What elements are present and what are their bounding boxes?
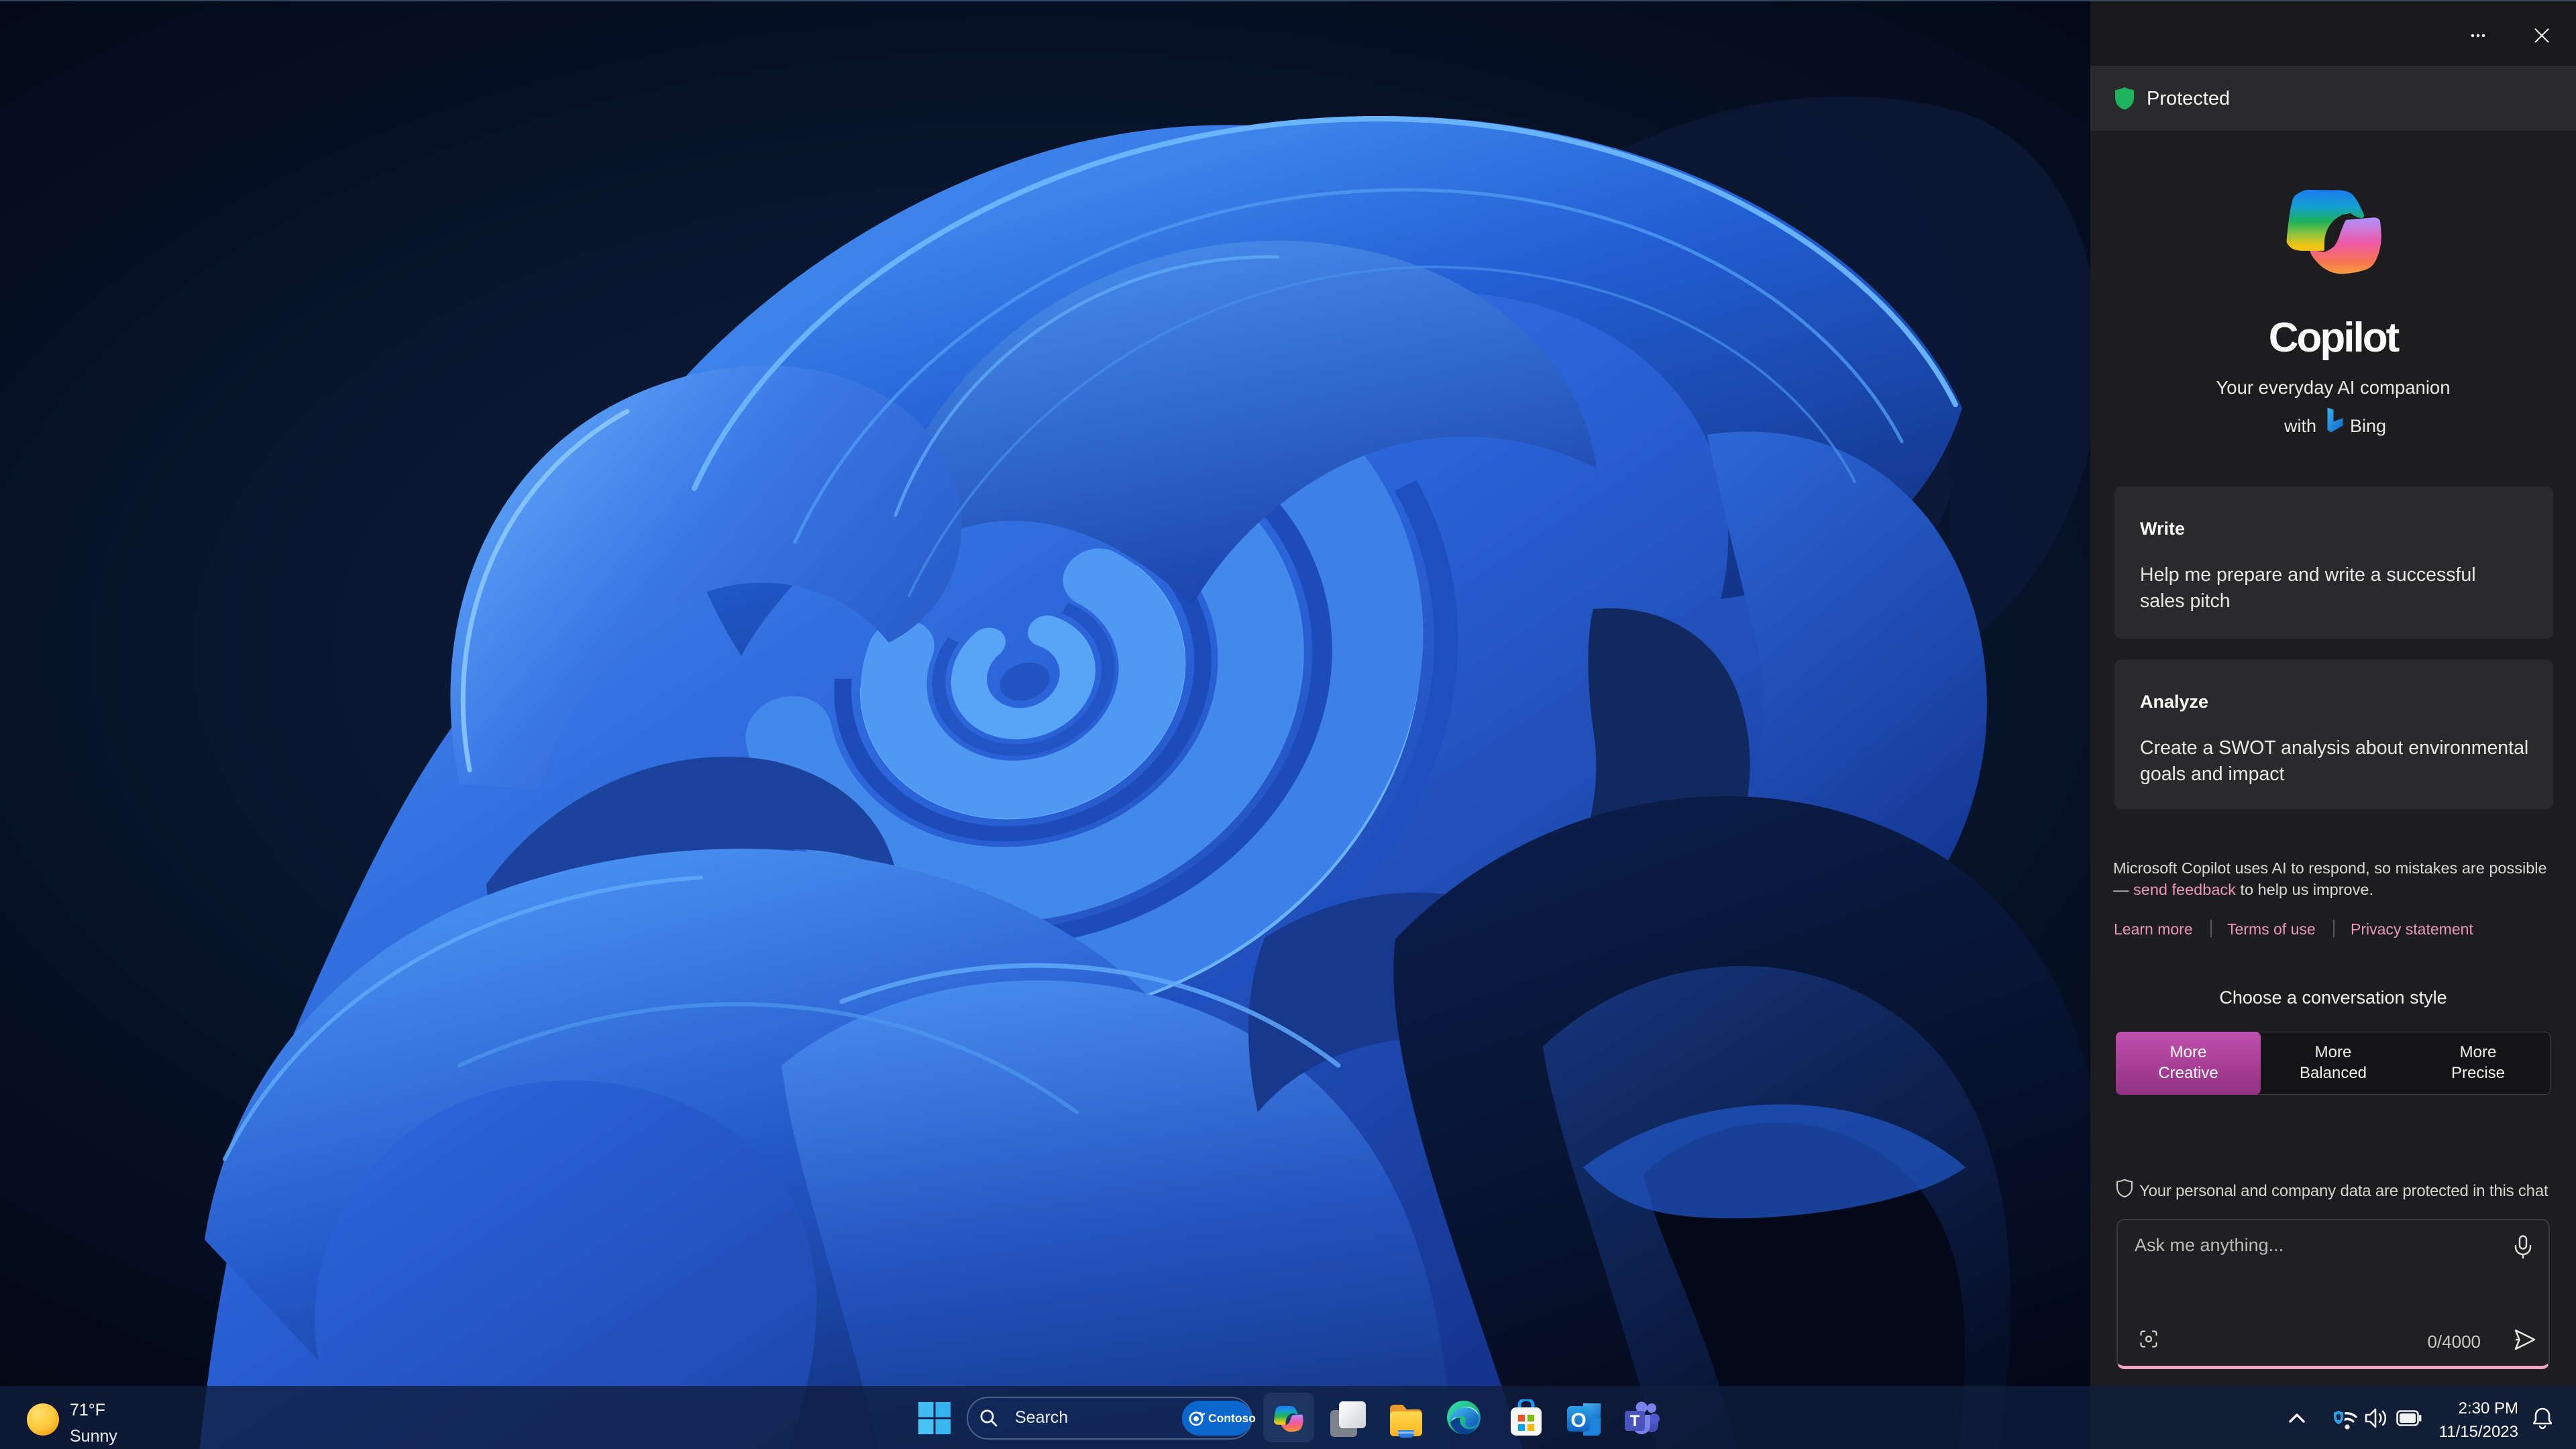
svg-text:T: T bbox=[1630, 1412, 1640, 1430]
svg-text:O: O bbox=[1570, 1409, 1586, 1432]
